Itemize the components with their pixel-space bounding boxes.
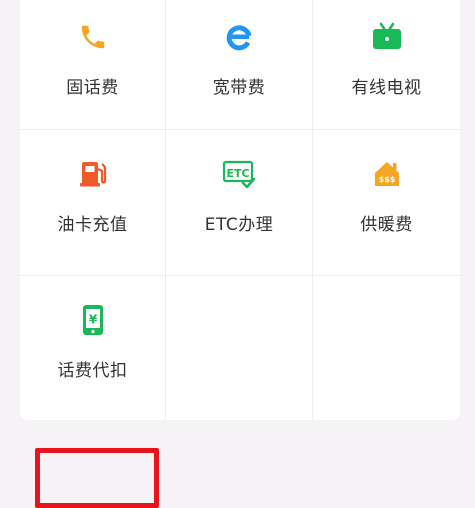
service-phone-autopay[interactable]: ¥ 话费代扣 bbox=[20, 276, 166, 420]
service-cable-tv[interactable]: 有线电视 bbox=[313, 0, 460, 130]
svg-text:$$$: $$$ bbox=[378, 175, 395, 184]
service-label: 话费代扣 bbox=[57, 361, 128, 381]
heating-icon: $$$ bbox=[370, 157, 404, 191]
service-heating[interactable]: $$$ 供暖费 bbox=[313, 130, 460, 276]
service-landline[interactable]: 固话费 bbox=[20, 0, 166, 130]
empty-cell bbox=[313, 276, 460, 420]
svg-text:¥: ¥ bbox=[88, 313, 97, 327]
etc-icon: ETC bbox=[222, 157, 256, 191]
service-etc[interactable]: ETC ETC办理 bbox=[166, 130, 313, 276]
service-label: 有线电视 bbox=[351, 78, 422, 98]
highlight-box bbox=[35, 448, 159, 508]
service-label: ETC办理 bbox=[204, 215, 274, 235]
phone-yuan-icon: ¥ bbox=[76, 303, 110, 337]
services-grid: 固话费 宽带费 有线电视 油卡充值 ETC ETC办理 $$$ 供暖费 ¥ 话费… bbox=[20, 0, 460, 420]
empty-cell bbox=[166, 276, 313, 420]
gas-station-icon bbox=[76, 157, 110, 191]
service-fuel-card[interactable]: 油卡充值 bbox=[20, 130, 166, 276]
service-label: 油卡充值 bbox=[57, 215, 128, 235]
svg-text:ETC: ETC bbox=[226, 167, 249, 180]
service-broadband[interactable]: 宽带费 bbox=[166, 0, 313, 130]
tv-icon bbox=[370, 20, 404, 54]
services-card: 固话费 宽带费 有线电视 油卡充值 ETC ETC办理 $$$ 供暖费 ¥ 话费… bbox=[20, 0, 460, 420]
service-label: 固话费 bbox=[66, 78, 119, 98]
ie-broadband-icon bbox=[222, 20, 256, 54]
phone-icon bbox=[76, 20, 110, 54]
service-label: 宽带费 bbox=[212, 78, 266, 98]
service-label: 供暖费 bbox=[360, 215, 413, 235]
